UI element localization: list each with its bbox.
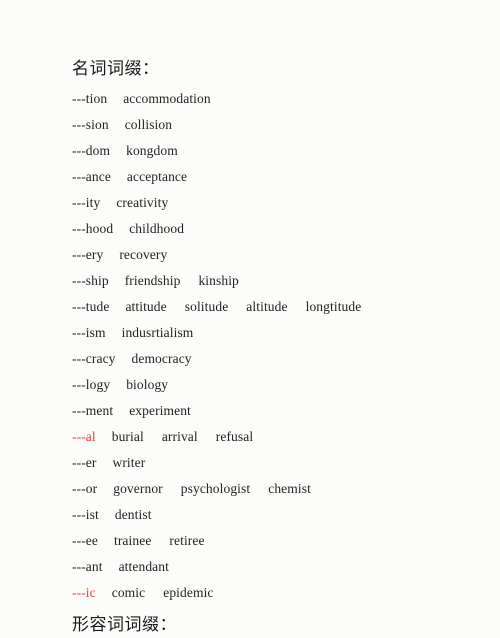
- suffix-row: ---cracy democracy: [0, 346, 500, 372]
- adjective-suffix-heading: 形容词词缀：: [72, 615, 177, 635]
- example-word: solitude: [184, 299, 229, 314]
- example-word: attitude: [125, 299, 167, 314]
- example-word: attendant: [118, 559, 169, 574]
- example-word: biology: [126, 377, 169, 392]
- suffix-row: ---ery recovery: [0, 242, 500, 268]
- suffix-row: ---ist dentist: [0, 502, 500, 528]
- example-word: kongdom: [126, 143, 178, 158]
- example-word: longtitude: [305, 299, 362, 314]
- suffix-row: ---ship friendship kinship: [0, 268, 500, 294]
- suffix-label: ---or: [72, 481, 98, 496]
- suffix-label: ---ism: [72, 325, 106, 340]
- suffix-row: ---ment experiment: [0, 398, 500, 424]
- suffix-label: ---tion: [72, 91, 108, 106]
- suffix-label: ---ment: [72, 403, 114, 418]
- example-word: dentist: [114, 507, 152, 522]
- example-word: altitude: [246, 299, 288, 314]
- suffix-label: ---hood: [72, 221, 114, 236]
- suffix-row: ---logy biology: [0, 372, 500, 398]
- suffix-row: ---ity creativity: [0, 190, 500, 216]
- example-word: psychologist: [180, 481, 251, 496]
- example-word: accommodation: [123, 91, 211, 106]
- suffix-row: ---tude attitude solitude altitude longtitud…: [0, 294, 500, 320]
- example-word: refusal: [215, 429, 254, 444]
- example-word: indusrtialism: [121, 325, 194, 340]
- suffix-label: ---er: [72, 455, 97, 470]
- example-word: democracy: [131, 351, 192, 366]
- noun-suffix-heading: 名词词缀：: [72, 59, 160, 79]
- example-word: trainee: [113, 533, 152, 548]
- example-word: writer: [112, 455, 146, 470]
- example-word: friendship: [124, 273, 181, 288]
- suffix-label: ---ee: [72, 533, 98, 548]
- example-word: childhood: [129, 221, 185, 236]
- suffix-label: ---ery: [72, 247, 104, 262]
- example-word: collision: [124, 117, 173, 132]
- suffix-row: ---er writer: [0, 450, 500, 476]
- example-word: creativity: [116, 195, 169, 210]
- suffix-label: ---dom: [72, 143, 111, 158]
- suffix-row: ---hood childhood: [0, 216, 500, 242]
- suffix-row: ---sion collision: [0, 112, 500, 138]
- example-word: epidemic: [163, 585, 214, 600]
- suffix-row: ---al burial arrival refusal: [0, 424, 500, 450]
- example-word: kinship: [198, 273, 239, 288]
- example-word: comic: [111, 585, 146, 600]
- suffix-label: ---cracy: [72, 351, 116, 366]
- suffix-label: ---al: [72, 429, 96, 444]
- suffix-row: ---ance acceptance: [0, 164, 500, 190]
- example-word: arrival: [161, 429, 198, 444]
- example-word: acceptance: [126, 169, 188, 184]
- example-word: governor: [113, 481, 163, 496]
- suffix-row: ---or governor psychologist chemist: [0, 476, 500, 502]
- noun-suffix-list: ---tion accommodation ---sion collision ---d…: [0, 86, 500, 606]
- suffix-label: ---ic: [72, 585, 96, 600]
- suffix-label: ---ist: [72, 507, 99, 522]
- suffix-label: ---logy: [72, 377, 111, 392]
- example-word: retiree: [169, 533, 205, 548]
- suffix-row: ---dom kongdom: [0, 138, 500, 164]
- example-word: chemist: [268, 481, 311, 496]
- suffix-row: ---ee trainee retiree: [0, 528, 500, 554]
- suffix-row: ---ic comic epidemic: [0, 580, 500, 606]
- example-word: recovery: [119, 247, 168, 262]
- suffix-row: ---tion accommodation: [0, 86, 500, 112]
- suffix-label: ---ship: [72, 273, 109, 288]
- document-page: 名词词缀： ---tion accommodation ---sion collisi…: [0, 0, 500, 636]
- suffix-label: ---ant: [72, 559, 103, 574]
- suffix-row: ---ant attendant: [0, 554, 500, 580]
- suffix-label: ---ity: [72, 195, 101, 210]
- example-word: burial: [111, 429, 144, 444]
- example-word: experiment: [129, 403, 191, 418]
- suffix-label: ---sion: [72, 117, 109, 132]
- suffix-label: ---tude: [72, 299, 110, 314]
- suffix-label: ---ance: [72, 169, 111, 184]
- suffix-row: ---ism indusrtialism: [0, 320, 500, 346]
